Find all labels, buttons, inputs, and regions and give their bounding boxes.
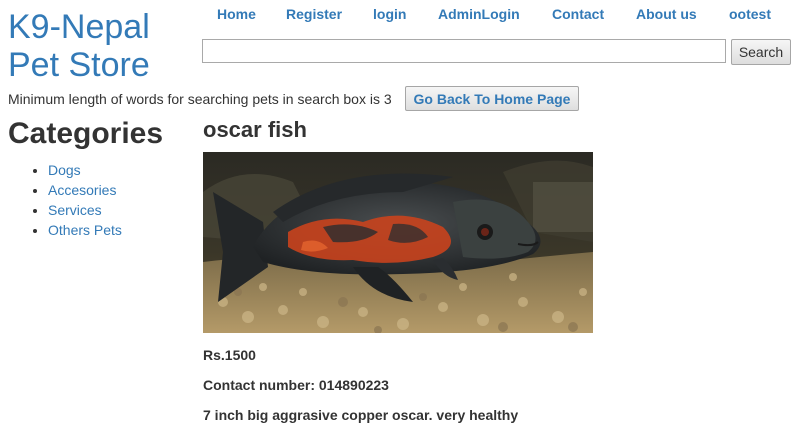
category-link-other-pets[interactable]: Others Pets <box>48 222 122 238</box>
category-item: Dogs <box>48 160 122 180</box>
nav-contact[interactable]: Contact <box>552 6 604 22</box>
top-nav: Home Register login AdminLogin Contact A… <box>203 6 795 24</box>
category-link-services[interactable]: Services <box>48 202 102 218</box>
nav-admin-login[interactable]: AdminLogin <box>438 6 520 22</box>
site-title-line2: Pet Store <box>8 46 150 84</box>
categories-heading: Categories <box>8 117 164 150</box>
product-description: 7 inch big aggrasive copper oscar. very … <box>203 407 519 423</box>
categories-list: Dogs Accesories Services Others Pets <box>28 160 122 240</box>
search-button[interactable]: Search <box>731 39 791 65</box>
go-home-button[interactable]: Go Back To Home Page <box>405 86 579 111</box>
product-image <box>203 152 593 333</box>
nav-ootest[interactable]: ootest <box>729 6 771 22</box>
site-logo[interactable]: K9-Nepal Pet Store <box>8 8 198 84</box>
product-title: oscar fish <box>203 117 307 142</box>
oscar-fish-image <box>203 152 593 333</box>
category-link-dogs[interactable]: Dogs <box>48 162 81 178</box>
product-contact: Contact number: 014890223 <box>203 377 389 393</box>
category-item: Others Pets <box>48 220 122 240</box>
category-item: Accesories <box>48 180 122 200</box>
nav-home[interactable]: Home <box>217 6 256 22</box>
category-link-accesories[interactable]: Accesories <box>48 182 116 198</box>
nav-about-us[interactable]: About us <box>636 6 697 22</box>
nav-login[interactable]: login <box>373 6 406 22</box>
product-price: Rs.1500 <box>203 347 256 363</box>
nav-register[interactable]: Register <box>286 6 342 22</box>
category-item: Services <box>48 200 122 220</box>
search-input[interactable] <box>202 39 726 63</box>
search-notice: Minimum length of words for searching pe… <box>8 91 392 107</box>
site-title-line1: K9-Nepal <box>8 8 150 46</box>
